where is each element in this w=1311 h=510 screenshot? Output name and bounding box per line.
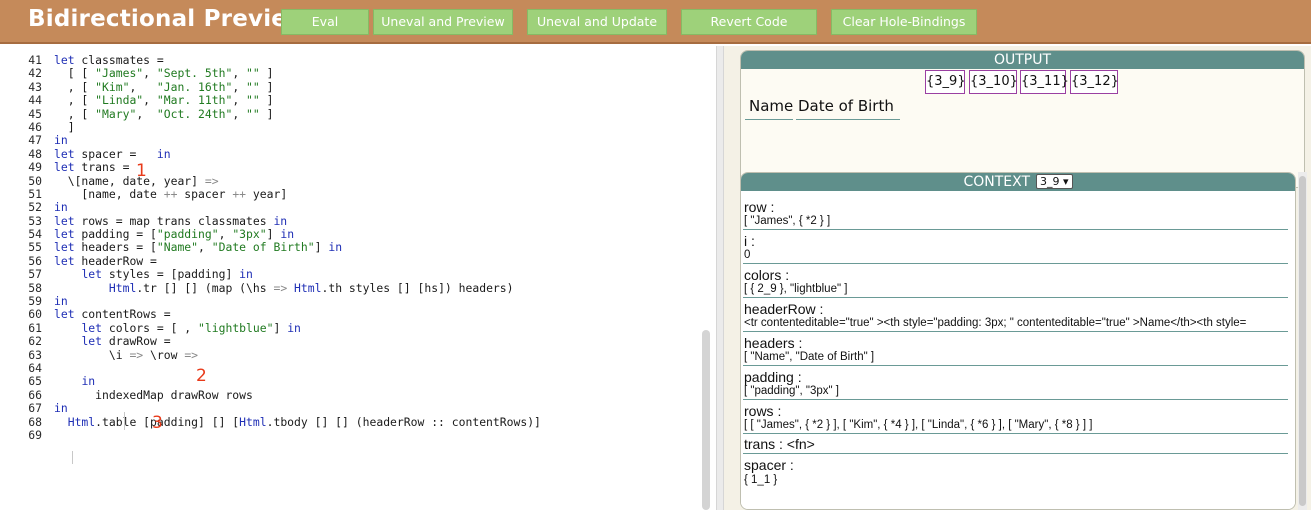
context-item-value: [ [ "James", { *2 } ], [ "Kim", { *4 } ]… <box>744 419 1093 431</box>
context-item-label: padding : <box>744 369 802 385</box>
line-number: 47 <box>28 133 42 148</box>
hole-binding-box[interactable]: {3_10} <box>969 70 1018 94</box>
chevron-down-icon: ▾ <box>1063 175 1069 188</box>
context-list: row : [ "James", { *2 } ] i : 0 colors :… <box>741 192 1295 509</box>
context-item-value: { 1_1 } <box>744 474 778 486</box>
context-item-value: <tr contenteditable="true" ><th style="p… <box>744 317 1247 329</box>
table-header-date-of-birth[interactable]: Date of Birth <box>798 97 894 115</box>
table-header-name[interactable]: Name <box>749 97 793 115</box>
context-item-label: row : <box>744 199 775 215</box>
clear-hole-bindings-button[interactable]: Clear Hole-Bindings <box>831 9 977 35</box>
context-item-value: 0 <box>744 249 751 261</box>
line-number: 50 <box>28 173 42 188</box>
context-item-label: headerRow : <box>744 301 824 317</box>
context-item-value: [ "Name", "Date of Birth" ] <box>744 351 875 363</box>
context-item: spacer : { 1_1 } <box>743 454 1288 490</box>
code-editor[interactable]: 41 let classmates = 42 [ [ "James", "Sept… <box>0 46 716 510</box>
context-item-value: [ { 2_9 }, "lightblue" ] <box>744 283 848 295</box>
context-panel: CONTEXT 3_9 ▾ row : [ "James", { *2 } ] i… <box>740 172 1296 510</box>
line-number: 60 <box>28 307 42 322</box>
line-number: 42 <box>28 66 42 81</box>
line-number: 67 <box>28 401 42 416</box>
line-number: 62 <box>28 334 42 349</box>
hole-binding-box[interactable]: {3_9} <box>925 70 966 94</box>
line-number: 69 <box>28 427 42 442</box>
context-item: i : 0 <box>743 230 1288 264</box>
line-number: 46 <box>28 119 42 134</box>
line-number: 65 <box>28 374 42 389</box>
hole-binding-box[interactable]: {3_12} <box>1070 70 1119 94</box>
context-header: CONTEXT 3_9 ▾ <box>741 173 1295 191</box>
hole-marker-1[interactable]: 1 <box>136 163 147 180</box>
uneval-and-update-button[interactable]: Uneval and Update <box>527 9 667 35</box>
context-hole-select[interactable]: 3_9 ▾ <box>1036 174 1073 189</box>
line-number: 59 <box>28 294 42 309</box>
line-number: 57 <box>28 267 42 282</box>
context-item-label: colors : <box>744 267 790 283</box>
hole-marker-3[interactable]: 3 <box>152 415 163 432</box>
editor-divider[interactable] <box>716 46 724 510</box>
line-number: 53 <box>28 213 42 228</box>
context-item-label: spacer : <box>744 457 794 473</box>
output-panel: OUTPUT {3_9} {3_10} {3_11} {3_12} Name D… <box>740 50 1305 188</box>
context-item: colors : [ { 2_9 }, "lightblue" ] <box>743 264 1288 298</box>
hole-binding-box[interactable]: {3_11} <box>1020 70 1069 94</box>
revert-code-button[interactable]: Revert Code <box>681 9 817 35</box>
line-number: 51 <box>28 186 42 201</box>
line-number: 45 <box>28 106 42 121</box>
context-item-value: [ "James", { *2 } ] <box>744 215 831 227</box>
editor-scrollbar[interactable] <box>702 330 710 510</box>
context-item: trans : <fn> <box>743 434 1288 454</box>
line-number: 56 <box>28 253 42 268</box>
indent-guide <box>124 412 125 430</box>
context-item: headers : [ "Name", "Date of Birth" ] <box>743 332 1288 366</box>
app-title: Bidirectional Preview <box>28 6 309 32</box>
context-item: headerRow : <tr contenteditable="true" >… <box>743 298 1288 332</box>
line-number: 61 <box>28 320 42 335</box>
uneval-and-preview-button[interactable]: Uneval and Preview <box>373 9 513 35</box>
line-number: 64 <box>28 360 42 375</box>
context-item: rows : [ [ "James", { *2 } ], [ "Kim", {… <box>743 400 1288 434</box>
line-number: 63 <box>28 347 42 362</box>
line-number: 52 <box>28 200 42 215</box>
line-number: 49 <box>28 160 42 175</box>
line-number: 58 <box>28 280 42 295</box>
line-number: 68 <box>28 414 42 429</box>
toolbar: Bidirectional Preview Eval Uneval and Pr… <box>0 0 1311 44</box>
table-header-underline <box>745 119 793 120</box>
line-number: 44 <box>28 93 42 108</box>
table-header-underline <box>796 119 900 120</box>
context-title: CONTEXT <box>963 174 1031 190</box>
eval-button[interactable]: Eval <box>281 9 369 35</box>
line-number: 48 <box>28 146 42 161</box>
indent-guide <box>72 451 73 464</box>
context-item-label: rows : <box>744 403 782 419</box>
context-item-value: [ "padding", "3px" ] <box>744 385 839 397</box>
line-number: 66 <box>28 387 42 402</box>
context-item-label: i : <box>744 233 755 249</box>
line-number: 55 <box>28 240 42 255</box>
line-number: 43 <box>28 79 42 94</box>
hole-marker-2[interactable]: 2 <box>196 368 207 385</box>
context-selected-value: 3_9 <box>1040 175 1060 188</box>
context-item: padding : [ "padding", "3px" ] <box>743 366 1288 400</box>
line-number: 54 <box>28 227 42 242</box>
context-scrollbar[interactable] <box>1299 176 1306 506</box>
context-item-label: headers : <box>744 335 803 351</box>
context-item-label: trans : <fn> <box>744 436 815 452</box>
output-header: OUTPUT <box>741 51 1304 69</box>
context-item: row : [ "James", { *2 } ] <box>743 196 1288 230</box>
line-number: 41 <box>28 53 42 67</box>
